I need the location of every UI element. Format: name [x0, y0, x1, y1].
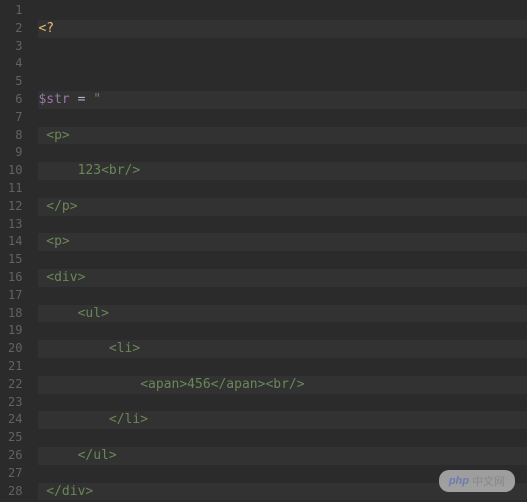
- php-variable: $str: [38, 92, 69, 107]
- string-content: <div>: [38, 270, 85, 285]
- code-line: <ul>: [38, 305, 527, 323]
- line-number: 7: [8, 109, 22, 127]
- line-number: 19: [8, 322, 22, 340]
- line-number: 26: [8, 447, 22, 465]
- line-number: 11: [8, 180, 22, 198]
- line-number: 22: [8, 376, 22, 394]
- line-number: 6: [8, 91, 22, 109]
- line-number: 8: [8, 127, 22, 145]
- line-number: 28: [8, 483, 22, 501]
- line-number: 21: [8, 358, 22, 376]
- operator: =: [70, 92, 93, 107]
- line-number: 12: [8, 198, 22, 216]
- string-content: [38, 377, 140, 392]
- code-line: <p>: [38, 127, 527, 145]
- code-line: 123<br/>: [38, 162, 527, 180]
- string-content: <br/>: [265, 377, 304, 392]
- line-number: 4: [8, 55, 22, 73]
- line-number: 10: [8, 162, 22, 180]
- code-line: $str = ": [38, 91, 527, 109]
- line-number: 27: [8, 465, 22, 483]
- code-line: <div>: [38, 269, 527, 287]
- php-open-tag: <?: [38, 21, 54, 36]
- code-line: [38, 55, 527, 73]
- string-content: <p>: [38, 234, 69, 249]
- line-number: 16: [8, 269, 22, 287]
- watermark-php: php: [449, 475, 469, 487]
- string-content: <li>: [38, 341, 140, 356]
- line-number: 5: [8, 73, 22, 91]
- string-content: </ul>: [38, 448, 116, 463]
- line-gutter: 1 2 3 4 5 6 7 8 9 10 11 12 13 14 15 16 1…: [0, 0, 32, 502]
- line-number: 9: [8, 144, 22, 162]
- line-number: 17: [8, 287, 22, 305]
- code-line: <apan>456</apan><br/>: [38, 376, 527, 394]
- code-line: <?: [38, 20, 527, 38]
- string-content: </div>: [38, 484, 93, 499]
- code-line: <p>: [38, 233, 527, 251]
- watermark-cn: 中文网: [472, 473, 505, 489]
- string-quote: ": [93, 92, 101, 107]
- line-number: 23: [8, 394, 22, 412]
- code-content[interactable]: <? $str = " <p> 123<br/> </p> <p> <div> …: [32, 0, 527, 502]
- string-content: <apan>: [140, 377, 187, 392]
- line-number: 14: [8, 233, 22, 251]
- line-number: 24: [8, 411, 22, 429]
- code-line: <li>: [38, 340, 527, 358]
- line-number: 2: [8, 20, 22, 38]
- string-content: <ul>: [38, 306, 108, 321]
- string-content: </p>: [38, 199, 77, 214]
- string-content: <br/>: [101, 163, 140, 178]
- string-content: </li>: [38, 412, 148, 427]
- line-number: 1: [8, 2, 22, 20]
- watermark: php中文网: [439, 470, 515, 492]
- line-number: 3: [8, 38, 22, 56]
- string-content: 456: [187, 377, 210, 392]
- code-editor: 1 2 3 4 5 6 7 8 9 10 11 12 13 14 15 16 1…: [0, 0, 527, 502]
- line-number: 15: [8, 251, 22, 269]
- line-number: 20: [8, 340, 22, 358]
- line-number: 25: [8, 429, 22, 447]
- string-content: 123: [38, 163, 101, 178]
- string-content: <p>: [38, 128, 69, 143]
- line-number: 18: [8, 305, 22, 323]
- code-line: </p>: [38, 198, 527, 216]
- string-content: </apan>: [211, 377, 266, 392]
- line-number: 13: [8, 216, 22, 234]
- code-line: </li>: [38, 411, 527, 429]
- code-line: </ul>: [38, 447, 527, 465]
